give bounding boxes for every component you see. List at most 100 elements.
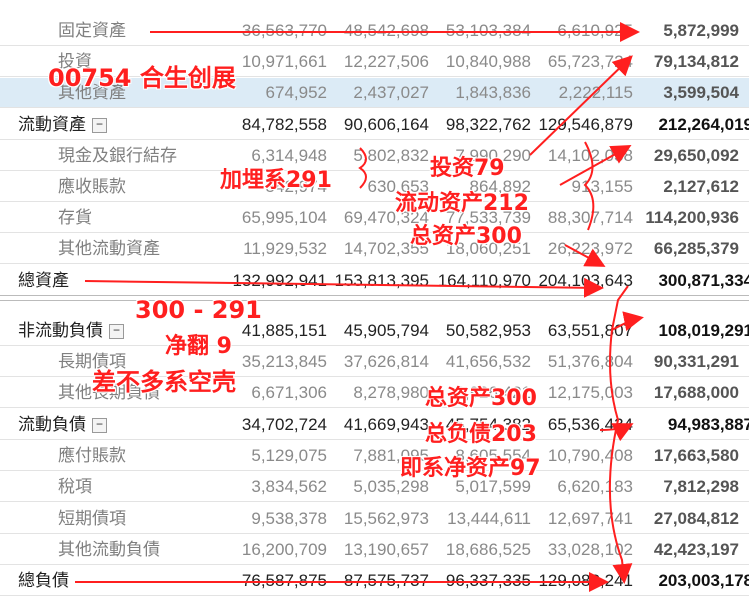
- cell-value: 66,285,379: [653, 239, 739, 258]
- cell-value: 913,155: [571, 177, 633, 196]
- cell-value: 76,587,875: [241, 571, 327, 590]
- cell-value: 29,650,092: [653, 146, 739, 165]
- cell-value: 10,971,661: [241, 52, 327, 71]
- cell-value: 2,222,115: [558, 83, 633, 102]
- row-label: 流動負債: [18, 415, 86, 434]
- row-label: 短期債項: [58, 509, 126, 528]
- cell-value: 14,102,038: [547, 146, 633, 165]
- row-label: 其他流動資產: [58, 239, 160, 258]
- annotation-reinvest: 加埋系291: [220, 168, 332, 193]
- cell-value: 129,088,241: [538, 571, 633, 590]
- cell-value: 37,626,814: [343, 352, 429, 371]
- cell-value: 12,175,003: [547, 383, 633, 402]
- annotation-company: 00754 合生创展: [48, 64, 236, 92]
- cell-value: 17,663,580: [653, 446, 739, 465]
- row-label: 其他流動負債: [58, 540, 160, 559]
- cell-value: 51,376,804: [547, 352, 633, 371]
- cell-value: 1,843,836: [455, 83, 531, 102]
- cell-value: 41,656,532: [445, 352, 531, 371]
- collapse-toggle-button[interactable]: −: [92, 118, 107, 134]
- cell-value: 65,995,104: [241, 208, 327, 227]
- cell-value: 2,127,612: [663, 177, 739, 196]
- cell-value: 12,697,741: [547, 509, 633, 528]
- table-row: 其他流動負債 16,200,709 13,190,657 18,686,525 …: [0, 535, 749, 565]
- section-divider: [0, 295, 749, 301]
- cell-value: 129,546,879: [538, 115, 633, 134]
- cell-value: 5,129,075: [251, 446, 327, 465]
- row-label: 流動資產: [18, 115, 86, 134]
- table-row: 現金及銀行結存 6,314,948 5,802,832 7,990,290 14…: [0, 141, 749, 171]
- cell-value: 153,813,395: [334, 271, 429, 290]
- cell-value: 5,802,832: [353, 146, 429, 165]
- cell-value: 48,542,698: [343, 21, 429, 40]
- cell-value: 36,563,770: [241, 21, 327, 40]
- table-row-group: 非流動負債 − 41,885,151 45,905,794 50,582,953 …: [0, 316, 749, 346]
- row-label: 應付賬款: [58, 446, 126, 465]
- cell-value: 2,437,027: [353, 83, 429, 102]
- cell-value: 6,671,306: [251, 383, 327, 402]
- table-row: 稅項 3,834,562 5,035,298 5,017,599 6,620,1…: [0, 472, 749, 502]
- cell-value: 13,190,657: [343, 540, 429, 559]
- cell-value: 96,337,335: [445, 571, 531, 590]
- cell-value: 8,278,980: [353, 383, 429, 402]
- annotation-total-assets-2: 总资产300: [425, 386, 537, 411]
- row-label: 非流動負債: [18, 321, 103, 340]
- cell-value: 33,028,102: [547, 540, 633, 559]
- cell-value: 9,538,378: [251, 509, 327, 528]
- annotation-formula: 300 - 291: [135, 296, 262, 324]
- row-label: 現金及銀行結存: [58, 146, 177, 165]
- cell-value: 203,003,178: [658, 571, 749, 590]
- cell-value: 45,905,794: [343, 321, 429, 340]
- cell-value: 84,782,558: [241, 115, 327, 134]
- table-row: 應付賬款 5,129,075 7,881,095 8,605,554 10,79…: [0, 441, 749, 471]
- cell-value: 164,110,970: [437, 271, 531, 290]
- cell-value: 53,103,384: [445, 21, 531, 40]
- cell-value: 90,606,164: [343, 115, 429, 134]
- cell-value: 63,551,807: [547, 321, 633, 340]
- cell-value: 17,688,000: [653, 383, 739, 402]
- cell-value: 674,952: [265, 83, 327, 102]
- cell-value: 204,103,643: [538, 271, 633, 290]
- cell-value: 11,929,532: [243, 239, 327, 258]
- cell-value: 10,840,988: [445, 52, 531, 71]
- table-row-total: 總負債 76,587,875 87,575,737 96,337,335 129…: [0, 566, 749, 596]
- annotation-net-cash: 净翻 9: [165, 334, 232, 359]
- row-label: 存貨: [58, 208, 92, 227]
- cell-value: 35,213,845: [241, 352, 327, 371]
- table-row-group: 流動資產 − 84,782,558 90,606,164 98,322,762 1…: [0, 110, 749, 140]
- cell-value: 34,702,724: [241, 415, 327, 434]
- annotation-net-assets: 即系净资产97: [400, 456, 541, 481]
- cell-value: 10,790,408: [547, 446, 633, 465]
- cell-value: 27,084,812: [653, 509, 739, 528]
- row-label: 稅項: [58, 477, 92, 496]
- collapse-toggle-button[interactable]: −: [109, 324, 124, 340]
- cell-value: 15,562,973: [343, 509, 429, 528]
- collapse-toggle-button[interactable]: −: [92, 418, 107, 434]
- table-row: 固定資產 36,563,770 48,542,698 53,103,384 6,…: [0, 16, 749, 46]
- row-label: 總資產: [18, 271, 69, 290]
- row-label-wrap: 流動負債 −: [18, 410, 107, 440]
- cell-value: 94,983,887: [667, 415, 749, 434]
- table-row: 其他流動資產 11,929,532 14,702,355 18,060,251 …: [0, 234, 749, 264]
- cell-value: 300,871,334: [658, 271, 749, 290]
- cell-value: 13,444,611: [447, 509, 531, 528]
- cell-value: 108,019,291: [658, 321, 749, 340]
- cell-value: 88,307,714: [547, 208, 633, 227]
- row-label-wrap: 非流動負債 −: [18, 316, 124, 346]
- cell-value: 18,686,525: [445, 540, 531, 559]
- cell-value: 41,669,943: [343, 415, 429, 434]
- table-row: 存貨 65,995,104 69,470,324 77,533,739 88,3…: [0, 203, 749, 233]
- table-row: 應收賬款 542,974 630,653 864,892 913,155 2,1…: [0, 172, 749, 202]
- annotation-invest: 投资79: [430, 156, 505, 181]
- cell-value: 87,575,737: [343, 571, 429, 590]
- cell-value: 3,834,562: [251, 477, 327, 496]
- cell-value: 114,200,936: [645, 208, 739, 227]
- cell-value: 16,200,709: [241, 540, 327, 559]
- annotation-current-assets: 流动资产212: [395, 191, 529, 216]
- cell-value: 26,223,972: [547, 239, 633, 258]
- annotation-total-assets: 总资产300: [410, 224, 522, 249]
- row-label-wrap: 流動資產 −: [18, 110, 107, 140]
- table-row: 短期債項 9,538,378 15,562,973 13,444,611 12,…: [0, 504, 749, 534]
- cell-value: 212,264,019: [658, 115, 749, 134]
- cell-value: 79,134,812: [653, 52, 739, 71]
